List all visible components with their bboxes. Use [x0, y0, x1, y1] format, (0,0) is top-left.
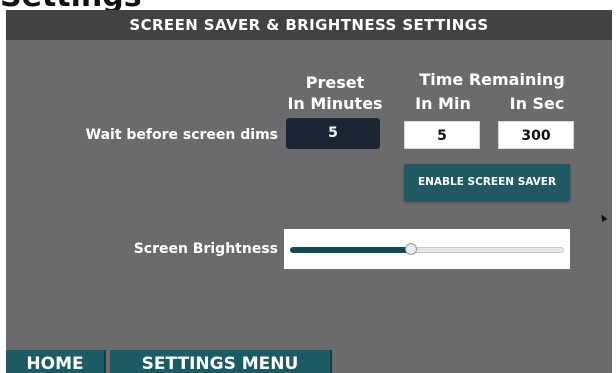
remaining-sec-value: 300	[498, 121, 574, 149]
brightness-slider[interactable]	[284, 229, 570, 269]
in-min-heading: In Min	[415, 94, 471, 113]
preset-column-subheading: In Minutes	[287, 94, 383, 113]
enable-screen-saver-button[interactable]: ENABLE SCREEN SAVER	[404, 164, 570, 201]
home-button[interactable]: HOME	[6, 350, 106, 373]
time-remaining-heading: Time Remaining	[419, 70, 565, 89]
slider-thumb[interactable]	[404, 243, 417, 255]
settings-menu-button[interactable]: SETTINGS MENU	[110, 350, 332, 373]
preset-minutes-field[interactable]: 5	[286, 118, 380, 149]
panel-header: SCREEN SAVER & BRIGHTNESS SETTINGS	[6, 10, 612, 40]
remaining-min-value: 5	[404, 121, 480, 149]
in-sec-heading: In Sec	[509, 94, 565, 113]
settings-panel: SCREEN SAVER & BRIGHTNESS SETTINGS Prese…	[6, 10, 612, 373]
brightness-label: Screen Brightness	[133, 241, 278, 257]
preset-column-heading: Preset	[305, 73, 365, 92]
wait-label: Wait before screen dims	[85, 127, 278, 143]
page-title-partial: Settings	[0, 0, 145, 10]
slider-fill	[290, 247, 411, 253]
